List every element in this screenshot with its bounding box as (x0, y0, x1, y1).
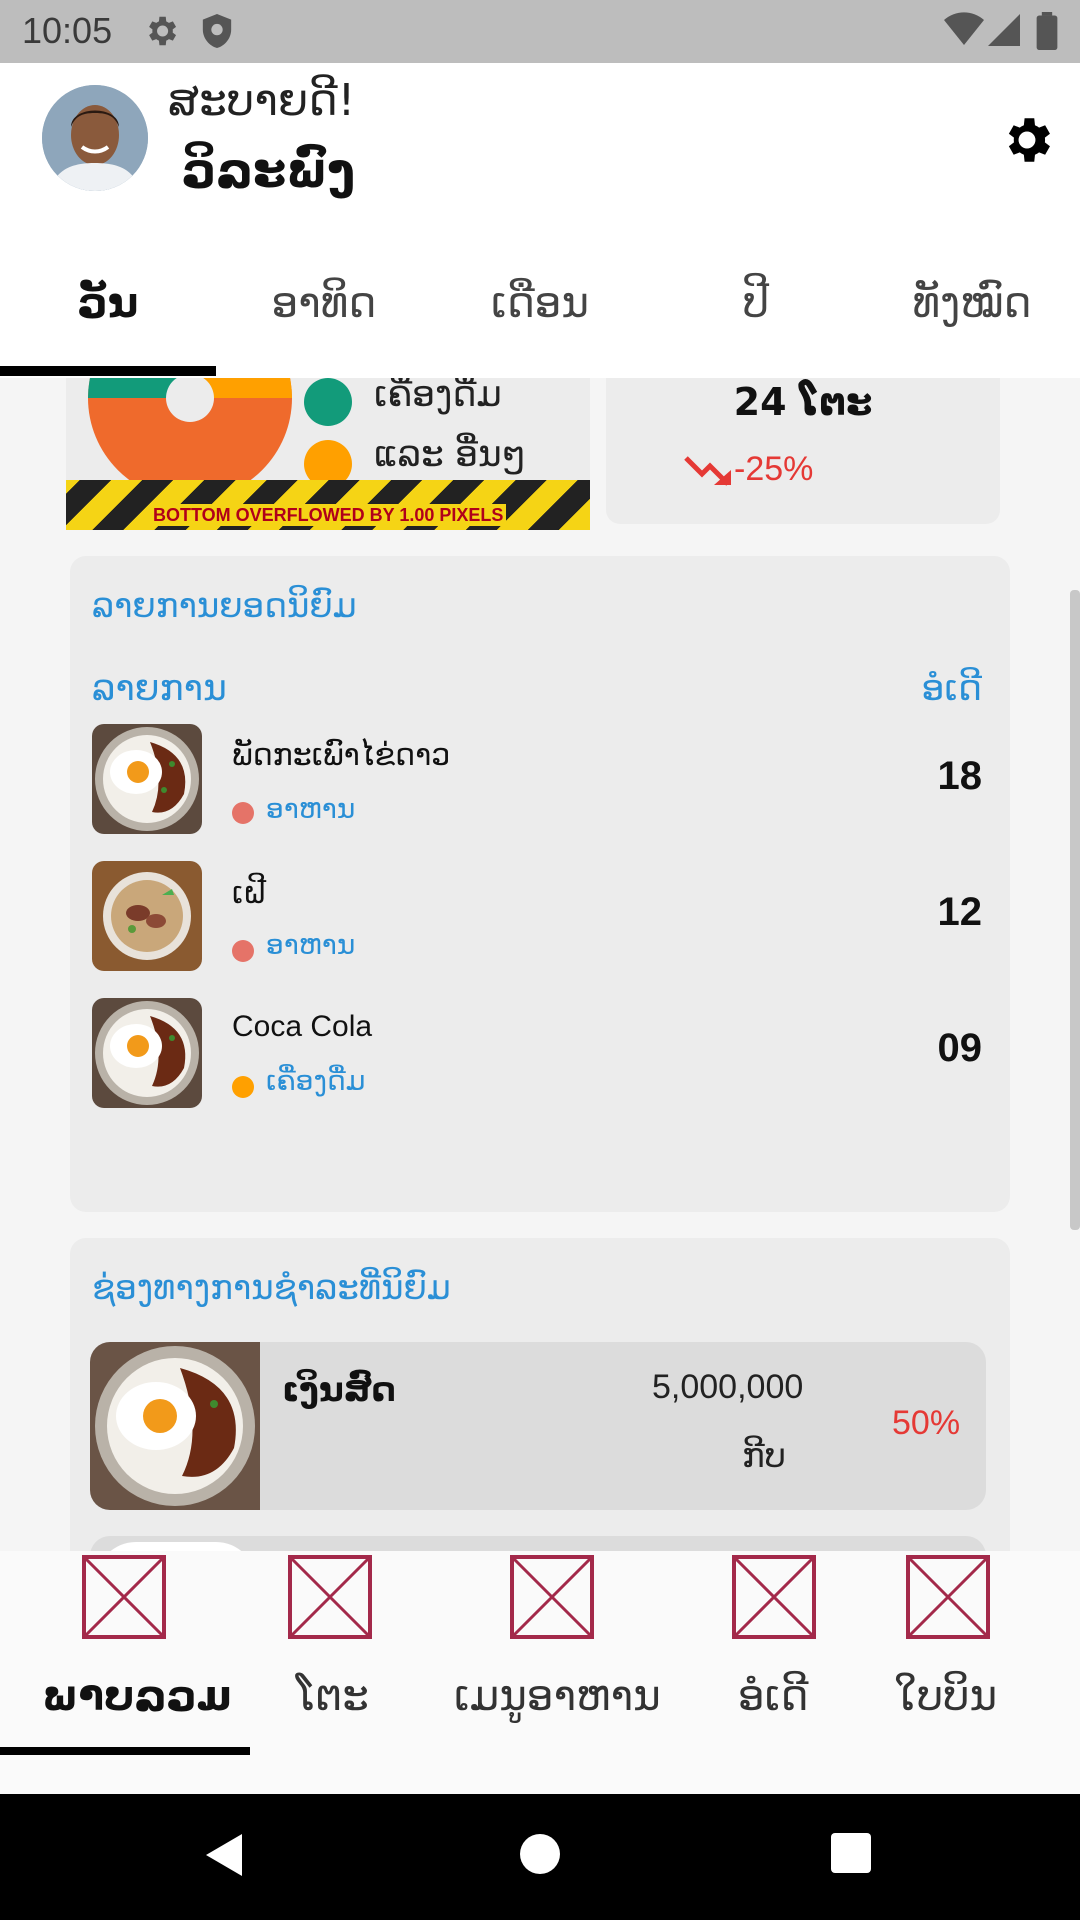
wifi-icon (944, 12, 984, 45)
item-quantity: 09 (937, 1026, 983, 1070)
greeting-text: ສະບາຍດີ! (168, 75, 356, 126)
nav-label: ອໍເດີ (738, 1671, 809, 1720)
nav-label: ໂຕະ (296, 1671, 369, 1720)
payment-channels-title: ຊ່ອງທາງການຊຳລະທີ່ນິຍົມ (92, 1268, 451, 1308)
payment-percent: 50% (892, 1404, 961, 1442)
payment-image (90, 1342, 260, 1510)
item-quantity: 12 (937, 890, 983, 934)
category-dot (232, 940, 254, 962)
list-item[interactable]: ເຝີ ອາຫານ 12 (70, 556, 1010, 1212)
home-icon[interactable] (518, 1832, 562, 1876)
header: ສະບາຍດີ! ວິລະພົງ (0, 63, 1080, 238)
tab-week[interactable]: ອາທິດ (216, 278, 432, 327)
tab-day[interactable]: ວັນ (0, 278, 216, 327)
payment-method-name: ເງິນສົດ (282, 1370, 396, 1410)
item-name: ພັດກະເພົາໄຂ່ດາວ (232, 738, 451, 773)
broken-image-icon (732, 1555, 816, 1639)
settings-status-icon (149, 16, 177, 46)
payment-row-cash[interactable]: ເງິນສົດ 5,000,000 ກີບ 50% (90, 1342, 986, 1510)
dashboard-content[interactable]: ເຄື່ອງດື່ມ ແລະ ອື່ນໆ BOTTOM OVERFLOWED B… (0, 378, 1080, 1551)
food-photo (92, 724, 202, 834)
broken-image-icon (510, 1555, 594, 1639)
nav-menu[interactable]: ເມນູອາຫານ (440, 1551, 680, 1751)
popular-items-card: ລາຍການຍອດນິຍົມ ລາຍການ ອໍເດີ ພັດກະເພົາໄຂ່… (70, 556, 1010, 1212)
nav-indicator (0, 1747, 250, 1755)
tables-count: 24 ໂຕະ (733, 380, 873, 424)
category-dot (232, 802, 254, 824)
tab-all[interactable]: ທັງໝົດ (864, 278, 1080, 327)
category-chart-card: ເຄື່ອງດື່ມ ແລະ ອື່ນໆ BOTTOM OVERFLOWED B… (66, 378, 590, 530)
nav-tables[interactable]: ໂຕະ (250, 1551, 410, 1751)
recents-icon[interactable] (830, 1832, 872, 1874)
legend-label-drinks: ເຄື່ອງດື່ມ (374, 378, 502, 415)
status-bar: 10:05 (0, 0, 1080, 63)
nav-overview[interactable]: ພາບລວມ (0, 1551, 250, 1751)
battery-icon (1036, 12, 1058, 50)
broken-image-icon (906, 1555, 990, 1639)
nav-label: ພາບລວມ (42, 1671, 232, 1720)
bottom-navigation: ພາບລວມ ໂຕະ ເມນູອາຫານ ອໍເດີ ໃບບິນ (0, 1551, 1080, 1794)
tables-stat-card: 24 ໂຕະ -25% (606, 378, 1000, 524)
payment-row[interactable] (90, 1536, 986, 1551)
payment-image (96, 1542, 256, 1551)
scrollbar[interactable] (1070, 590, 1080, 1230)
item-category: ເຄື່ອງດື່ມ (266, 1064, 366, 1097)
gear-icon[interactable] (998, 111, 1056, 169)
item-name: ເຝີ (232, 876, 267, 911)
item-category: ອາຫານ (266, 928, 356, 961)
tab-indicator (0, 366, 216, 376)
username: ວິລະພົງ (182, 143, 356, 199)
avatar[interactable] (42, 85, 148, 191)
item-category: ອາຫານ (266, 792, 356, 825)
payment-currency: ກີບ (742, 1436, 787, 1476)
payment-amount: 5,000,000 (652, 1368, 804, 1406)
item-image (92, 724, 202, 834)
item-image (92, 861, 202, 971)
legend-label-others: ແລະ ອື່ນໆ (374, 434, 526, 475)
shield-status-icon (202, 14, 232, 48)
tab-year[interactable]: ປີ (648, 278, 864, 327)
item-quantity: 18 (937, 754, 983, 798)
nav-bills[interactable]: ໃບບິນ (880, 1551, 1080, 1751)
trend-down-icon (684, 456, 731, 486)
status-time: 10:05 (22, 10, 113, 51)
period-tabs: ວັນ ອາທິດ ເດືອນ ປີ ທັງໝົດ (0, 238, 1080, 378)
nav-label: ເມນູອາຫານ (454, 1671, 661, 1720)
item-name: Coca Cola (232, 1010, 373, 1043)
broken-image-icon (288, 1555, 372, 1639)
back-icon[interactable] (204, 1832, 244, 1878)
nav-label: ໃບບິນ (894, 1671, 998, 1720)
nav-orders[interactable]: ອໍເດີ (700, 1551, 860, 1751)
item-image (92, 998, 202, 1108)
profile-photo (42, 85, 148, 191)
legend-dot-drinks (304, 378, 352, 426)
category-dot (232, 1076, 254, 1098)
list-item[interactable]: Coca Cola ເຄື່ອງດື່ມ 09 (70, 556, 1010, 1212)
food-photo (92, 861, 202, 971)
payment-channels-card: ຊ່ອງທາງການຊຳລະທີ່ນິຍົມ ເງິນສົດ 5,000,000… (70, 1238, 1010, 1551)
overflow-warning-text: BOTTOM OVERFLOWED BY 1.00 PIXELS (150, 504, 507, 526)
system-navigation-bar (0, 1794, 1080, 1920)
list-item[interactable]: ພັດກະເພົາໄຂ່ດາວ ອາຫານ 18 (70, 556, 1010, 1212)
column-header-orders: ອໍເດີ (921, 668, 982, 709)
broken-image-icon (82, 1555, 166, 1639)
popular-items-title: ລາຍການຍອດນິຍົມ (92, 586, 357, 626)
signal-icon (988, 14, 1020, 46)
tab-month[interactable]: ເດືອນ (432, 278, 648, 327)
food-photo (92, 998, 202, 1108)
column-header-item: ລາຍການ (92, 668, 227, 709)
trend-percent: -25% (734, 450, 814, 488)
